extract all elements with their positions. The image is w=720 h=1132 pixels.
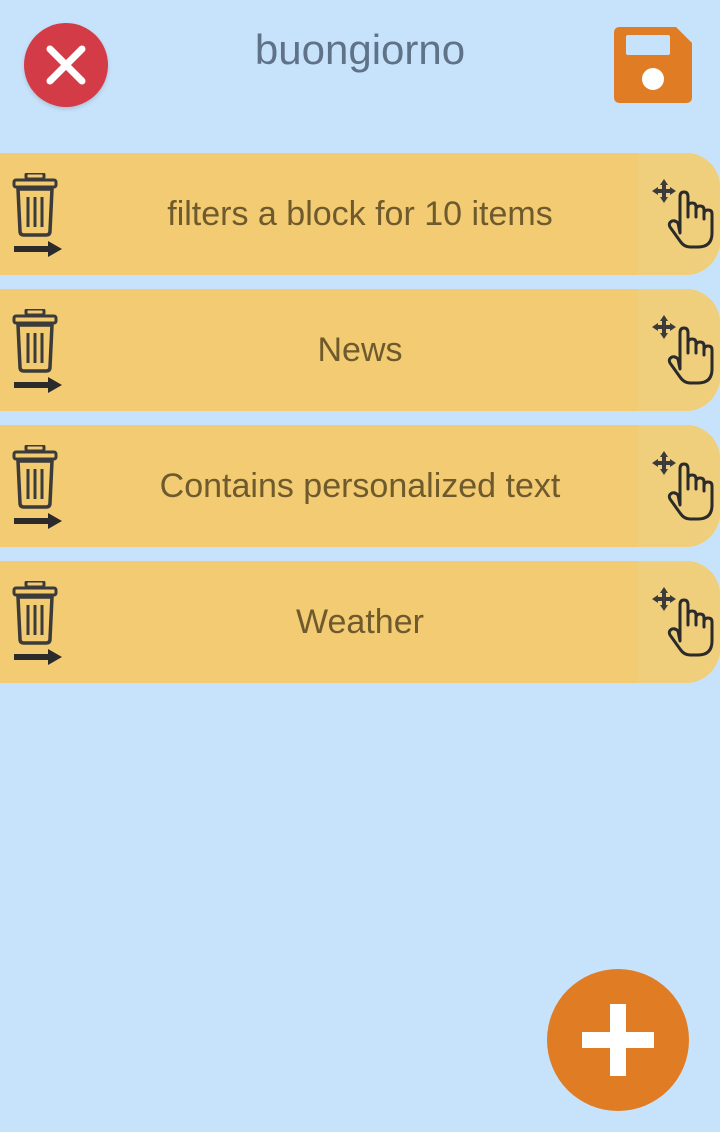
close-icon: [46, 45, 86, 85]
block-label: Contains personalized text: [159, 466, 561, 505]
block-item[interactable]: News: [0, 289, 720, 411]
page-title: buongiorno: [254, 26, 466, 73]
drag-handle[interactable]: [638, 561, 720, 683]
drag-hand-icon: [652, 587, 714, 657]
block-label: filters a block for 10 items: [167, 194, 553, 233]
block-label: News: [317, 330, 403, 369]
block-label: Weather: [296, 602, 424, 641]
drag-hand-icon: [652, 451, 714, 521]
drag-handle[interactable]: [638, 153, 720, 275]
save-button[interactable]: [614, 27, 692, 103]
delete-block-button[interactable]: [10, 579, 66, 669]
trash-arrow-icon: [12, 171, 62, 257]
delete-block-button[interactable]: [10, 307, 66, 397]
add-block-button[interactable]: [547, 969, 689, 1111]
plus-icon: [582, 1004, 654, 1076]
drag-handle[interactable]: [638, 289, 720, 411]
trash-arrow-icon: [12, 443, 62, 529]
header: buongiorno: [0, 0, 720, 130]
block-item[interactable]: Weather: [0, 561, 720, 683]
delete-block-button[interactable]: [10, 443, 66, 533]
trash-arrow-icon: [12, 307, 62, 393]
floppy-disk-icon: [614, 27, 692, 103]
block-item[interactable]: filters a block for 10 items: [0, 153, 720, 275]
drag-hand-icon: [652, 315, 714, 385]
block-item[interactable]: Contains personalized text: [0, 425, 720, 547]
close-button[interactable]: [24, 23, 108, 107]
delete-block-button[interactable]: [10, 171, 66, 261]
drag-hand-icon: [652, 179, 714, 249]
drag-handle[interactable]: [638, 425, 720, 547]
trash-arrow-icon: [12, 579, 62, 665]
